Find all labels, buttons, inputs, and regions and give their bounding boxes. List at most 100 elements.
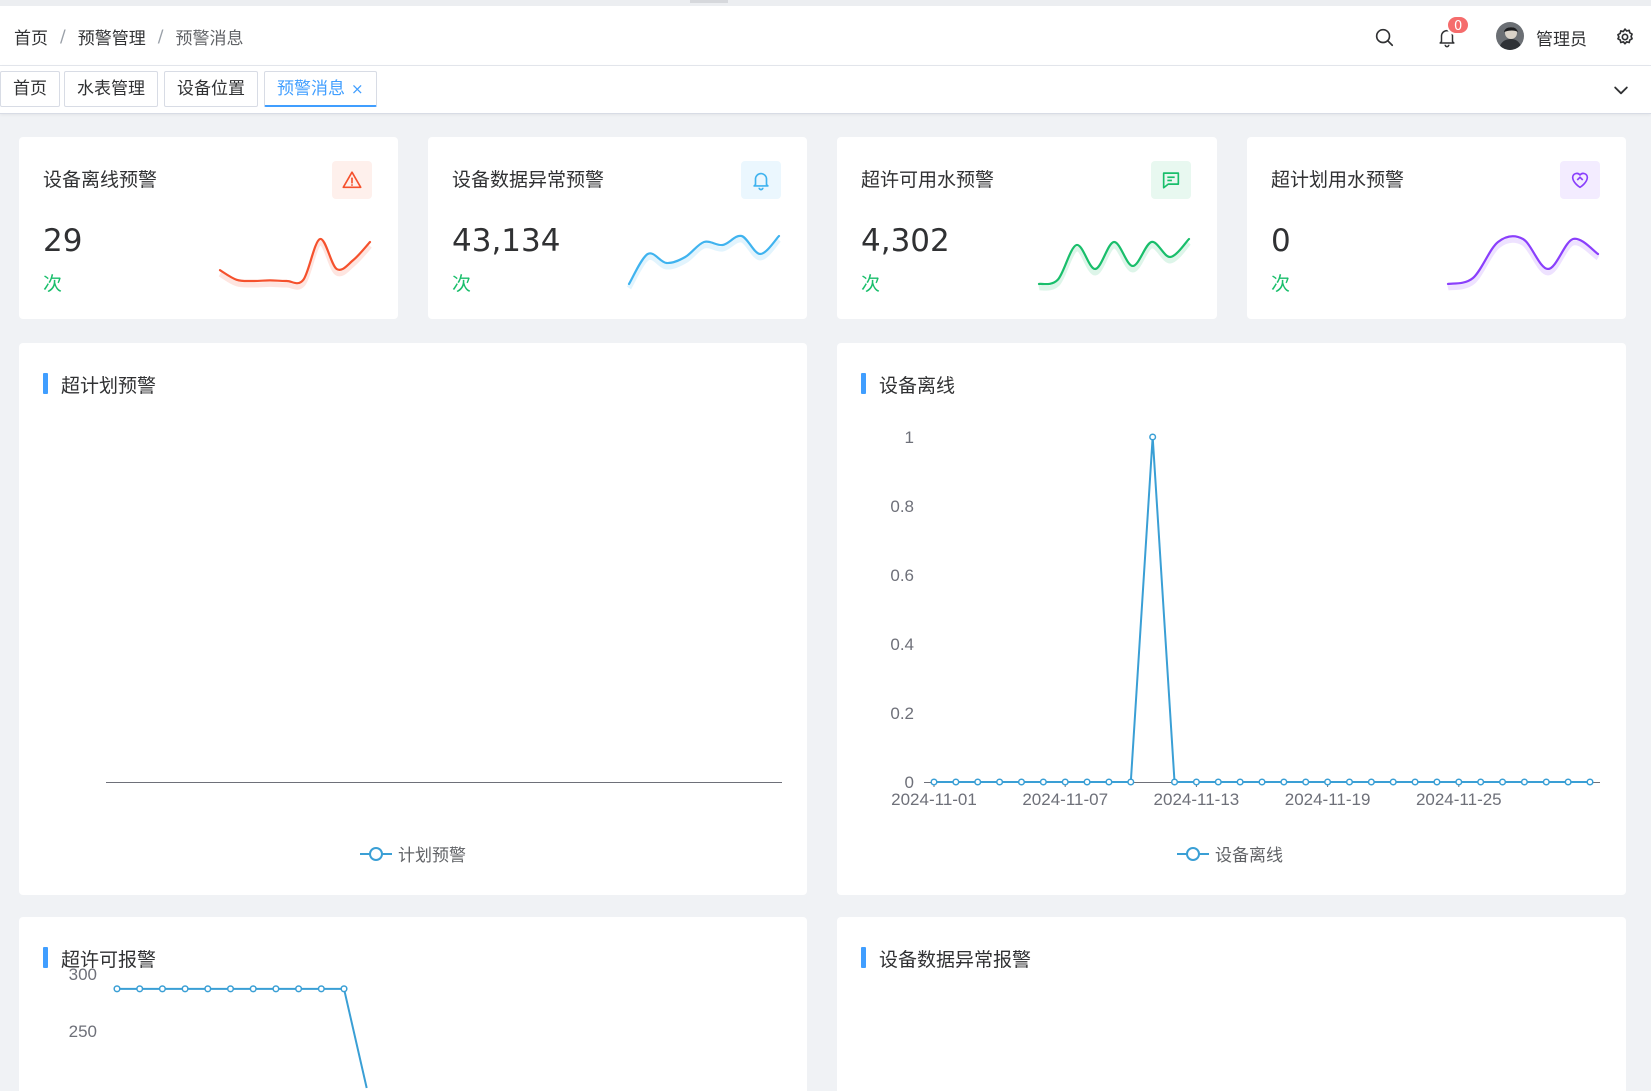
x-tick-label: 2024-11-19 — [1285, 790, 1371, 809]
legend-plan[interactable]: 计划预警 — [360, 841, 466, 866]
chevron-down-icon[interactable] — [1611, 80, 1631, 100]
panel-data-anomaly-alarm: 设备数据异常报警 — [837, 917, 1626, 1091]
stat-title: 设备离线预警 — [43, 169, 158, 191]
gear-icon[interactable] — [1615, 27, 1635, 47]
heart-link-icon — [1571, 172, 1589, 189]
offline-chart: 00.20.40.60.812024-11-01 2024-11-07 2024-1… — [890, 428, 1600, 809]
series-line-offline — [934, 436, 1590, 783]
stat-title: 超许可用水预警 — [861, 169, 995, 191]
data-point — [1433, 778, 1441, 786]
data-point — [1127, 778, 1135, 786]
series-line-permit — [117, 987, 368, 1089]
tab-water-meter[interactable]: 水表管理 — [64, 71, 158, 107]
stat-icon-box — [1151, 161, 1191, 199]
y-tick-label: 0.8 — [890, 497, 914, 516]
legend-marker-icon — [360, 846, 392, 861]
data-point — [1280, 778, 1288, 786]
sparkline — [1037, 237, 1191, 291]
data-point — [1389, 778, 1397, 786]
y-tick-label: 0.4 — [890, 635, 914, 654]
panel-device-offline: 设备离线 0 0.2 0.4 0.6 0.8 1 2024-11-01 2024-11-07 2… — [837, 343, 1626, 895]
sparkline-shadow — [1038, 241, 1191, 291]
data-point — [1061, 778, 1069, 786]
stat-title: 超计划用水预警 — [1271, 169, 1405, 191]
data-point — [1345, 778, 1354, 786]
panel-title: 设备数据异常报警 — [861, 945, 1031, 972]
data-point — [1258, 778, 1266, 786]
breadcrumb-separator: / — [60, 26, 66, 47]
y-tick-label: 0.2 — [890, 704, 914, 723]
tab-label: 首页 — [13, 79, 47, 99]
data-point — [1302, 778, 1310, 786]
data-point — [226, 985, 235, 993]
data-point — [1367, 778, 1375, 786]
data-point — [1192, 778, 1200, 786]
stat-unit: 次 — [861, 273, 881, 295]
scroll-thumb[interactable] — [690, 0, 728, 3]
close-icon[interactable]: × — [351, 80, 364, 98]
data-point — [1105, 778, 1113, 786]
data-point — [1411, 778, 1419, 786]
data-point — [1542, 778, 1550, 786]
breadcrumb-alert-messages: 预警消息 — [175, 29, 244, 49]
username[interactable]: 管理员 — [1536, 25, 1587, 50]
stat-card-over-permit: 超许可用水预警 4,302 次 — [837, 137, 1217, 319]
x-tick-label: 2024-11-01 — [891, 790, 977, 809]
stat-card-data-anomaly: 设备数据异常预警 43,134 次 — [428, 137, 807, 319]
y-tick-label: 250 — [69, 1022, 97, 1041]
data-point — [272, 985, 280, 993]
stat-icon-box — [741, 161, 781, 199]
plan-chart — [106, 782, 782, 783]
y-tick-label: 1 — [905, 428, 914, 447]
tags-view-bar: 首页 水表管理 设备位置 预警消息 × — [0, 66, 1651, 114]
navbar: 首页 / 预警管理 / 预警消息 0 管理员 — [0, 6, 1651, 66]
data-point — [996, 778, 1004, 786]
data-point — [249, 985, 257, 993]
data-point — [1017, 778, 1026, 786]
data-point — [952, 778, 960, 786]
data-point — [113, 985, 121, 993]
panel-over-plan-alert: 超计划预警 计划预警 — [19, 343, 807, 895]
stat-value: 0 — [1271, 223, 1291, 259]
data-point — [295, 985, 303, 993]
legend-label: 计划预警 — [398, 846, 466, 866]
sparkline — [626, 234, 781, 290]
data-point — [1564, 778, 1572, 786]
tab-alert-messages[interactable]: 预警消息 × — [264, 71, 377, 107]
breadcrumb: 首页 / 预警管理 / 预警消息 — [14, 24, 244, 50]
x-tick-label: 2024-11-25 — [1416, 790, 1502, 809]
data-point — [1039, 778, 1047, 786]
data-point — [317, 985, 325, 993]
sparkline-shadow — [626, 237, 781, 290]
data-point — [1170, 778, 1179, 786]
data-point — [1586, 778, 1594, 786]
breadcrumb-alert-management[interactable]: 预警管理 — [78, 24, 146, 49]
tab-label: 预警消息 — [277, 79, 345, 99]
data-point — [1520, 778, 1528, 786]
search-icon[interactable] — [1373, 26, 1395, 48]
stat-card-over-plan: 超计划用水预警 0 次 — [1247, 137, 1626, 319]
stat-unit: 次 — [43, 273, 63, 295]
tab-label: 水表管理 — [77, 79, 145, 99]
stat-value: 4,302 — [861, 223, 950, 259]
avatar[interactable] — [1496, 22, 1524, 50]
tab-home[interactable]: 首页 — [0, 71, 60, 107]
tab-device-location[interactable]: 设备位置 — [164, 71, 258, 107]
legend-offline[interactable]: 设备离线 — [1177, 841, 1283, 866]
sparkline — [1446, 235, 1600, 291]
notification-badge: 0 — [1446, 15, 1471, 35]
data-point — [1083, 778, 1091, 786]
x-tick-label: 2024-11-07 — [1022, 790, 1108, 809]
stat-unit: 次 — [1271, 273, 1291, 295]
data-point — [1455, 778, 1463, 786]
sparkline-path — [218, 237, 372, 285]
stat-unit: 次 — [452, 273, 472, 295]
data-point — [1149, 433, 1157, 441]
breadcrumb-home[interactable]: 首页 — [14, 24, 48, 49]
stat-icon-box — [1560, 161, 1600, 199]
data-point — [204, 985, 212, 993]
data-point — [181, 985, 189, 993]
stat-icon-box — [332, 161, 372, 199]
data-point — [974, 778, 982, 786]
sparkline — [218, 237, 372, 290]
